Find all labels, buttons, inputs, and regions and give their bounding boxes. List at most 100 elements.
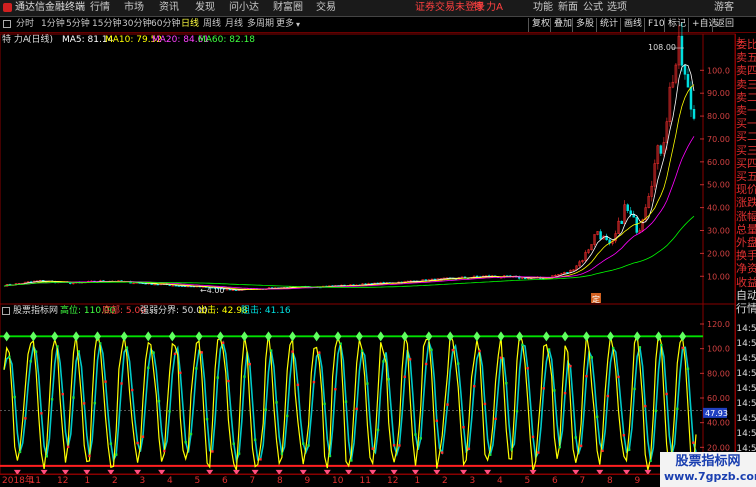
indicator-dot [50, 398, 54, 401]
date-axis-label: 6 [222, 476, 228, 486]
side-item-19[interactable]: 自动 [736, 289, 756, 302]
indicator-dot [628, 448, 631, 451]
indicator-dot [595, 415, 599, 419]
price-axis-label: 100.0 [707, 66, 730, 75]
indicator-dot [152, 351, 155, 354]
indicator-dot [355, 407, 358, 411]
indicator-dot [376, 428, 380, 432]
side-item-16[interactable]: 换手 [736, 249, 756, 262]
candle-body [692, 109, 696, 119]
indicator-dot [510, 448, 513, 451]
ma20-line [3, 136, 695, 290]
indicator-dot [189, 432, 193, 436]
indicator-dot [660, 343, 663, 347]
price-axis-label: 80.00 [707, 112, 730, 121]
side-item-9[interactable]: 买四 [736, 157, 756, 170]
indicator-dot [654, 409, 658, 413]
indicator-dot [644, 404, 647, 408]
chart-canvas[interactable]: 100.0 90.00 80.00 70.00 60.00 50.00 40.00 30.00… [0, 0, 756, 487]
indicator-dot [622, 434, 626, 437]
side-item-2[interactable]: 卖四 [736, 64, 756, 77]
indicator-dot [18, 450, 22, 454]
indicator-dot [606, 394, 610, 398]
indicator-dot [392, 444, 396, 447]
side-item-4[interactable]: 卖二 [736, 91, 756, 104]
ma-period: (日线) [28, 35, 54, 45]
indicator-toggle-icon[interactable] [2, 307, 10, 315]
indicator-dot [318, 351, 321, 354]
top-signal-marker [355, 331, 363, 342]
date-axis-label: 1 [414, 476, 421, 486]
indicator-resist: 阻击: 41.16 [241, 306, 291, 316]
date-axis-label: 7 [579, 476, 586, 486]
indicator-dot [526, 367, 529, 370]
indicator-dot [211, 450, 214, 453]
candle-body [659, 145, 663, 154]
top-signal-marker [265, 331, 273, 342]
ma-header: 特 力A (日线) MA5: 81.14 MA10: 79.52 MA20: 8… [0, 34, 700, 46]
indicator-dot [649, 459, 652, 462]
indicator-dot [195, 367, 198, 370]
indicator-dot [286, 414, 289, 418]
indicator-dot [259, 458, 262, 461]
indicator-axis-label: 80.00 [707, 369, 730, 378]
indicator-dot [221, 341, 225, 344]
date-axis-label: 8 [607, 476, 613, 486]
indicator-dot [494, 417, 497, 421]
indicator-dot [638, 346, 642, 349]
indicator-dot [280, 452, 284, 455]
side-item-0[interactable]: 委比 [736, 38, 756, 51]
indicator-dot [676, 407, 679, 411]
side-item-11[interactable]: 现价 [736, 183, 756, 196]
indicator-name[interactable]: 股票指标网 [13, 306, 58, 316]
side-item-6[interactable]: 买一 [736, 117, 756, 130]
side-item-18[interactable]: 收益 [736, 276, 756, 289]
indicator-dot [291, 350, 294, 353]
candle-body [153, 283, 156, 286]
indicator-dot [451, 348, 455, 352]
indicator-dot [179, 371, 182, 374]
indicator-dot [633, 387, 636, 391]
side-item-10[interactable]: 买五 [736, 170, 756, 183]
indicator-dot [686, 367, 690, 370]
indicator-axis-label: 20.00 [707, 443, 730, 452]
indicator-dot [558, 445, 561, 449]
side-item-3[interactable]: 卖三 [736, 78, 756, 91]
top-signal-marker [289, 331, 297, 342]
candle-body [686, 74, 690, 88]
side-item-7[interactable]: 买二 [736, 130, 756, 143]
indicator-dot [77, 350, 81, 353]
indicator-dot [227, 379, 230, 383]
top-signal-marker [168, 331, 176, 342]
indicator-dot [243, 375, 246, 378]
side-item-1[interactable]: 卖五 [736, 51, 756, 64]
indicator-dot [424, 362, 428, 366]
side-item-14[interactable]: 总量 [736, 223, 756, 236]
top-signal-marker [655, 331, 663, 342]
indicator-dot [382, 360, 385, 363]
side-item-8[interactable]: 买三 [736, 144, 756, 157]
side-item-17[interactable]: 净资 [736, 262, 756, 275]
indicator-dot [40, 412, 43, 415]
indicator-dot [531, 435, 535, 439]
side-item-13[interactable]: 涨幅 [736, 210, 756, 223]
indicator-dot [269, 349, 273, 352]
indicator-dot [478, 349, 481, 353]
top-signal-marker [497, 331, 505, 342]
indicator-dot [147, 366, 150, 369]
quote-side-panel: L 委比 卖五 卖四 卖三 卖二 卖一 买一 买二 买三 买四 买五 现价 涨跌 涨幅 总量 外盘 换手 净资 收益… [735, 34, 756, 474]
candle-body [626, 204, 629, 211]
price-axis-label: 50.00 [707, 181, 730, 190]
indicator-dot [115, 453, 118, 456]
indicator-dot [173, 352, 177, 356]
indicator-dot [34, 350, 38, 353]
date-axis-label: 2 [112, 476, 118, 486]
side-item-15[interactable]: 外盘 [736, 236, 756, 249]
indicator-dot [136, 441, 139, 445]
indicator-dot [414, 433, 417, 436]
indicator-dot [248, 362, 252, 366]
side-item-20[interactable]: 行情 [736, 302, 756, 315]
side-item-12[interactable]: 涨跌 [736, 196, 756, 209]
top-signal-marker [561, 331, 569, 342]
side-item-5[interactable]: 卖一 [736, 104, 756, 117]
